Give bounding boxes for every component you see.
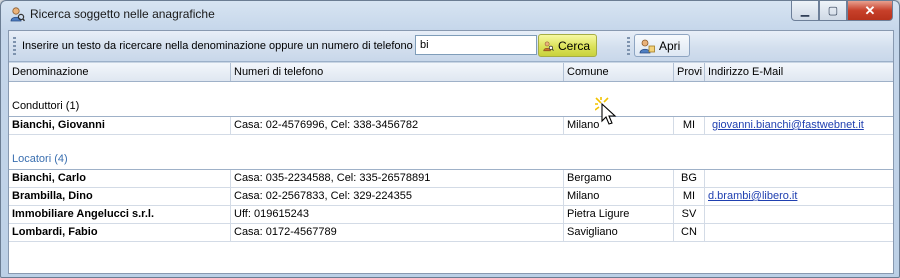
table-row[interactable]: Bianchi, Carlo Casa: 035-2234588, Cel: 3…: [9, 170, 893, 188]
close-icon: ✕: [864, 2, 876, 18]
email-link[interactable]: d.brambi@libero.it: [708, 190, 797, 202]
group-header-conduttori[interactable]: Conduttori (1): [9, 82, 893, 117]
group-title: Locatori (4): [12, 153, 68, 165]
window-title: Ricerca soggetto nelle anagrafiche: [30, 7, 215, 21]
email-cell: [705, 224, 893, 241]
maximize-button[interactable]: ▢: [819, 1, 847, 21]
email-cell: [705, 206, 893, 223]
column-header-email[interactable]: Indirizzo E-Mail: [705, 63, 893, 81]
name-cell: Lombardi, Fabio: [9, 224, 231, 241]
minimize-icon: ▁: [800, 5, 810, 17]
search-input[interactable]: [415, 35, 537, 55]
search-button[interactable]: Cerca: [538, 34, 597, 57]
phones-cell: Casa: 0172-4567789: [231, 224, 564, 241]
window-controls: ▁ ▢ ✕: [791, 1, 893, 21]
search-dialog-window: Ricerca soggetto nelle anagrafiche ▁ ▢ ✕…: [0, 0, 900, 278]
results-grid: Denominazione Numeri di telefono Comune …: [9, 62, 893, 242]
province-cell: SV: [674, 206, 705, 223]
name-cell: Immobiliare Angelucci s.r.l.: [9, 206, 231, 223]
name-cell: Bianchi, Giovanni: [9, 117, 231, 134]
search-person-icon: [543, 41, 554, 51]
email-cell: [705, 170, 893, 187]
search-toolbar: Inserire un testo da ricercare nella den…: [9, 31, 893, 62]
open-button-label: Apri: [659, 38, 681, 53]
name-cell: Brambilla, Dino: [9, 188, 231, 205]
table-row[interactable]: Lombardi, Fabio Casa: 0172-4567789 Savig…: [9, 224, 893, 242]
name-cell: Bianchi, Carlo: [9, 170, 231, 187]
city-cell: Pietra Ligure: [564, 206, 674, 223]
group-header-locatori[interactable]: Locatori (4): [9, 135, 893, 170]
column-header-phones[interactable]: Numeri di telefono: [231, 63, 564, 81]
email-cell: giovanni.bianchi@fastwebnet.it: [705, 117, 893, 134]
toolbar-grip[interactable]: [13, 37, 16, 55]
title-bar[interactable]: Ricerca soggetto nelle anagrafiche ▁ ▢ ✕: [1, 1, 899, 27]
grid-header: Denominazione Numeri di telefono Comune …: [9, 62, 893, 82]
column-header-comune[interactable]: Comune: [564, 63, 674, 81]
search-button-label: Cerca: [557, 38, 590, 53]
table-row[interactable]: Bianchi, Giovanni Casa: 02-4576996, Cel:…: [9, 117, 893, 135]
province-cell: CN: [674, 224, 705, 241]
close-button[interactable]: ✕: [847, 1, 893, 21]
city-cell: Milano: [564, 188, 674, 205]
province-cell: BG: [674, 170, 705, 187]
phones-cell: Casa: 02-4576996, Cel: 338-3456782: [231, 117, 564, 134]
province-cell: MI: [674, 117, 705, 134]
province-cell: MI: [674, 188, 705, 205]
mouse-pointer-icon: [595, 97, 617, 125]
open-button[interactable]: Apri: [634, 34, 690, 57]
phones-cell: Uff: 019615243: [231, 206, 564, 223]
search-instructions-label: Inserire un testo da ricercare nella den…: [22, 40, 413, 52]
column-header-denominazione[interactable]: Denominazione: [9, 63, 231, 81]
maximize-icon: ▢: [827, 5, 839, 17]
city-cell: Savigliano: [564, 224, 674, 241]
email-link[interactable]: giovanni.bianchi@fastwebnet.it: [712, 119, 864, 131]
toolbar-grip[interactable]: [627, 37, 630, 55]
phones-cell: Casa: 02-2567833, Cel: 329-224355: [231, 188, 564, 205]
phones-cell: Casa: 035-2234588, Cel: 335-26578891: [231, 170, 564, 187]
city-cell: Bergamo: [564, 170, 674, 187]
minimize-button[interactable]: ▁: [791, 1, 819, 21]
table-row[interactable]: Brambilla, Dino Casa: 02-2567833, Cel: 3…: [9, 188, 893, 206]
person-search-icon: [10, 7, 25, 22]
group-title: Conduttori (1): [12, 100, 80, 112]
table-row[interactable]: Immobiliare Angelucci s.r.l. Uff: 019615…: [9, 206, 893, 224]
column-header-provincia[interactable]: Provi: [674, 63, 705, 81]
email-cell: d.brambi@libero.it: [705, 188, 893, 205]
open-person-icon: [639, 39, 655, 53]
dialog-content: Inserire un testo da ricercare nella den…: [8, 30, 894, 274]
